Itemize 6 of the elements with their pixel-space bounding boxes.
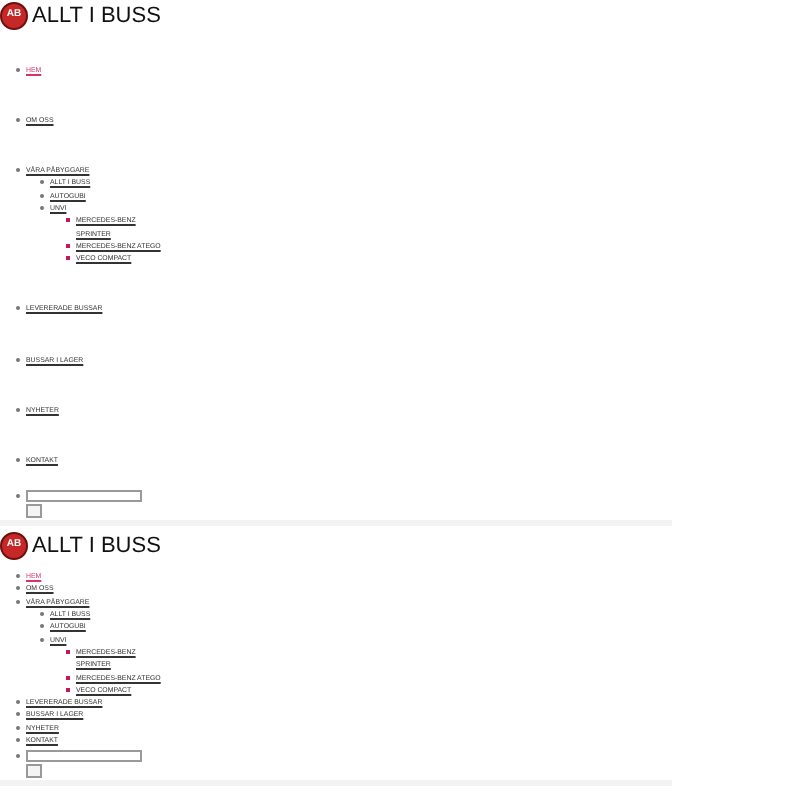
search-button[interactable]: [26, 504, 42, 519]
search-field[interactable]: [26, 490, 142, 503]
search-button[interactable]: [26, 764, 42, 779]
site-title: ALLT I BUSS: [32, 533, 161, 558]
site-title: ALLT I BUSS: [32, 3, 161, 27]
search-field[interactable]: [26, 750, 142, 763]
